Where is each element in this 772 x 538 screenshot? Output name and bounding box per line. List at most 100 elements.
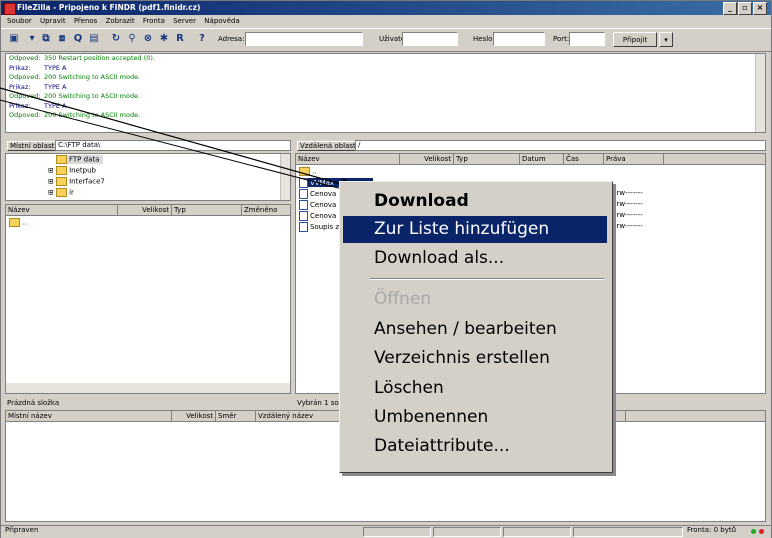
local-col-modified[interactable]: Změněno: [242, 205, 290, 215]
log-message: 200 Switching to ASCII mode.: [44, 73, 141, 81]
remote-col-name[interactable]: Název: [296, 154, 400, 164]
menu-fronta[interactable]: Fronta: [143, 17, 165, 25]
menu-item-view-edit[interactable]: Ansehen / bearbeiten: [343, 316, 607, 343]
folder-icon: [56, 166, 68, 175]
list-item[interactable]: ..: [299, 167, 316, 176]
menu-bar: Soubor Upravit Přenos Zobrazit Fronta Se…: [1, 15, 771, 27]
local-col-size[interactable]: Velikost: [118, 205, 172, 215]
cancel-icon[interactable]: ⊗: [141, 32, 155, 46]
remote-col-permissions[interactable]: Práva: [604, 154, 664, 164]
status-segment: [503, 527, 571, 537]
permissions-cell: -rw-------: [614, 211, 643, 219]
menu-item-add-to-queue[interactable]: Zur Liste hinzufügen: [343, 216, 607, 243]
queue-icon[interactable]: ▤: [87, 32, 101, 46]
list-item[interactable]: Cenova: [299, 189, 336, 199]
local-path-input[interactable]: C:\FTP data\: [55, 140, 291, 151]
log-kind: Prikaz:: [9, 101, 31, 110]
tree-node-ftp-data[interactable]: FTP data: [56, 155, 104, 164]
disconnect-icon[interactable]: ✱: [157, 32, 171, 46]
local-column-header: Název Velikost Typ Změněno: [6, 205, 290, 216]
remote-col-date[interactable]: Datum: [520, 154, 564, 164]
minimize-icon[interactable]: _: [723, 2, 737, 15]
log-message: 350 Restart position accepted (0).: [44, 54, 155, 62]
menu-item-open: Öffnen: [374, 289, 432, 309]
maximize-icon[interactable]: ▫: [738, 2, 752, 15]
remote-path-input[interactable]: /: [355, 140, 766, 151]
dropdown-arrow-icon[interactable]: ▾: [25, 32, 39, 46]
local-status-text: Prázdná složka: [7, 399, 60, 407]
pdf-file-icon: [299, 200, 308, 210]
menu-napoveda[interactable]: Nápověda: [204, 17, 239, 25]
menu-item-rename[interactable]: Umbenennen: [343, 404, 607, 431]
log-scrollbar[interactable]: [755, 54, 765, 132]
remote-col-size[interactable]: Velikost: [400, 154, 454, 164]
menu-soubor[interactable]: Soubor: [7, 17, 32, 25]
address-input[interactable]: [245, 32, 363, 46]
permissions-cell: -rw-------: [614, 189, 643, 197]
local-col-type[interactable]: Typ: [172, 205, 242, 215]
local-tree: FTP data ⊞ Inetpub ⊞ Interface7 ⊞ ir: [5, 153, 291, 201]
menu-item-file-attributes[interactable]: Dateiattribute...: [343, 433, 607, 460]
log-kind: Prikaz:: [9, 63, 31, 72]
address-label: Adresa:: [218, 35, 245, 43]
local-col-name[interactable]: Název: [6, 205, 118, 215]
window-title: FileZilla - Pripojeno k FINDR (pdf1.fini…: [17, 3, 201, 12]
menu-zobrazit[interactable]: Zobrazit: [106, 17, 135, 25]
menu-server[interactable]: Server: [173, 17, 196, 25]
local-hscrollbar[interactable]: [6, 383, 290, 393]
queue-col-direction[interactable]: Směr: [216, 411, 256, 421]
status-segment: [363, 527, 431, 537]
site-manager-icon[interactable]: ▣: [7, 32, 21, 46]
queue-size-text: Fronta: 0 bytů: [687, 526, 737, 534]
refresh-icon[interactable]: ↻: [109, 32, 123, 46]
remote-col-type[interactable]: Typ: [454, 154, 520, 164]
tree-node-interface7[interactable]: ⊞ Interface7: [48, 177, 105, 186]
port-input[interactable]: [569, 32, 605, 46]
toggle-tree-icon[interactable]: ⧈: [55, 32, 69, 46]
log-row: Odpoved: 200 Switching to ASCII mode.: [6, 73, 765, 83]
tree-node-inetpub[interactable]: ⊞ Inetpub: [48, 166, 96, 175]
filezilla-app-icon: [4, 3, 16, 15]
menu-prenos[interactable]: Přenos: [74, 17, 98, 25]
port-label: Port:: [553, 35, 570, 43]
process-queue-icon[interactable]: ⚲: [125, 32, 139, 46]
log-row: Prikaz: TYPE A: [6, 83, 765, 93]
menu-item-create-directory[interactable]: Verzeichnis erstellen: [343, 345, 607, 372]
list-item[interactable]: Cenova: [299, 211, 336, 221]
status-segment: [573, 527, 683, 537]
help-icon[interactable]: ?: [195, 32, 209, 46]
password-input[interactable]: [493, 32, 545, 46]
user-input[interactable]: [402, 32, 458, 46]
menu-item-delete[interactable]: Löschen: [343, 375, 607, 402]
permissions-cell: -rw-------: [614, 222, 643, 230]
remote-site-label: Vzdálená oblast:: [297, 141, 362, 151]
connect-dropdown-icon[interactable]: ▾: [659, 32, 673, 47]
toggle-log-icon[interactable]: ⧉: [39, 32, 53, 46]
queue-col-local-name[interactable]: Místní název: [6, 411, 172, 421]
folder-icon: [299, 167, 310, 176]
connect-button[interactable]: Připojit: [613, 32, 657, 47]
context-menu: Download Zur Liste hinzufügen Download a…: [339, 181, 613, 473]
menu-upravit[interactable]: Upravit: [40, 17, 66, 25]
queue-col-size[interactable]: Velikost: [172, 411, 216, 421]
toolbar: ▣ ▾ ⧉ ⧈ Q ▤ ↻ ⚲ ⊗ ✱ R ? Adresa: Uživatel…: [1, 28, 771, 52]
message-log: Odpoved: 350 Restart position accepted (0…: [5, 53, 766, 133]
list-item[interactable]: Cenova: [299, 200, 336, 210]
menu-item-download-as[interactable]: Download als...: [343, 245, 607, 272]
local-tree-scrollbar[interactable]: [280, 154, 290, 200]
reconnect-icon[interactable]: R: [173, 32, 187, 46]
log-message: TYPE A: [44, 82, 67, 91]
status-segment: [433, 527, 501, 537]
activity-led-red-icon: [759, 529, 764, 534]
remote-col-time[interactable]: Čas: [564, 154, 604, 164]
log-message: 200 Switching to ASCII mode.: [44, 111, 141, 119]
close-icon[interactable]: ×: [753, 2, 767, 15]
list-item[interactable]: Soupis z: [299, 222, 339, 232]
menu-item-download[interactable]: Download: [343, 188, 607, 215]
tree-node-ir[interactable]: ⊞ ir: [48, 188, 74, 197]
log-row: Prikaz: TYPE A: [6, 102, 765, 112]
search-icon[interactable]: Q: [71, 32, 85, 46]
list-item[interactable]: ..: [9, 218, 26, 227]
log-message: 200 Switching to ASCII mode.: [44, 92, 141, 100]
pdf-file-icon: [299, 189, 308, 199]
